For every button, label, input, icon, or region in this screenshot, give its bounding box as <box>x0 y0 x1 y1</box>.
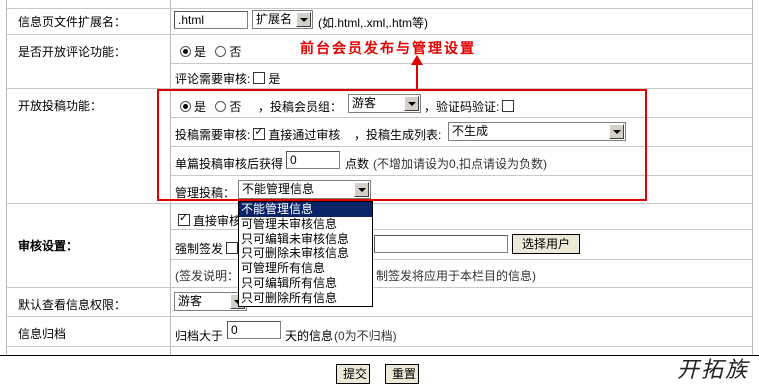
view-select[interactable]: 游客 <box>174 292 247 311</box>
annotation-arrow-icon <box>411 55 423 89</box>
row-divider <box>6 34 752 35</box>
archive-hint: (0为不归档) <box>334 329 397 343</box>
ext-input[interactable]: .html <box>174 11 248 29</box>
comment-audit-yes-label: 是 <box>268 72 281 86</box>
annotation-highlight-box <box>157 89 647 201</box>
manage-dropdown-list: 不能管理信息 可管理未审核信息 只可编辑未审核信息 只可删除未审核信息 可管理所有信息只… <box>238 201 373 307</box>
row-divider <box>6 8 752 9</box>
row-divider <box>170 63 752 64</box>
table-left-border <box>6 0 7 355</box>
select-user-button[interactable]: 选择用户 <box>512 234 580 254</box>
ext-select-value: 扩展名 <box>256 12 293 26</box>
row-divider <box>6 346 752 347</box>
reset-button[interactable]: 重置 <box>385 364 419 384</box>
row-divider <box>6 287 752 288</box>
comment-audit-label: 评论需要审核: <box>175 72 251 86</box>
comment-audit-row: 评论需要审核: 是 <box>175 70 280 87</box>
comment-no-label: 否 <box>229 45 242 59</box>
dropdown-option[interactable]: 只可编辑未审核信息 <box>239 232 372 247</box>
ext-label: 信息页文件扩展名： <box>18 15 127 29</box>
dropdown-option[interactable]: 只可编辑所有信息 <box>239 276 372 291</box>
dropdown-option[interactable]: 可管理未审核信息 <box>239 217 372 232</box>
audit-note-suffix: 制签发将应用于本栏目的信息) <box>376 269 536 283</box>
dropdown-option[interactable]: 可管理所有信息 <box>239 261 372 276</box>
comment-audit-checkbox[interactable] <box>253 72 266 84</box>
ext-input-value: .html <box>178 13 205 27</box>
audit-label: 审核设置： <box>18 239 79 253</box>
archive-label: 信息归档 <box>18 327 67 341</box>
comment-radio-group: 是 否 <box>180 43 241 60</box>
archive-input[interactable]: 0 <box>227 321 281 339</box>
force-row: 强制签发 <box>175 240 241 257</box>
force-label: 强制签发 <box>175 242 224 256</box>
force-checkbox[interactable] <box>226 242 239 254</box>
view-label: 默认查看信息权限： <box>18 298 127 312</box>
row-divider <box>6 203 752 204</box>
view-select-value: 游客 <box>178 294 203 308</box>
force-user-input[interactable] <box>374 235 508 253</box>
row-divider <box>6 316 752 317</box>
submit-label: 开放投稿功能： <box>18 99 103 113</box>
dropdown-option[interactable]: 不能管理信息 <box>239 202 372 217</box>
watermark-logo: 开拓族 <box>676 358 749 383</box>
comment-label: 是否开放评论功能： <box>18 45 127 59</box>
table-right-border <box>752 0 753 355</box>
dropdown-option[interactable]: 只可删除未审核信息 <box>239 246 372 261</box>
chevron-down-icon <box>296 12 311 27</box>
audit-direct-label: 直接审核 <box>193 214 242 228</box>
ext-hint: (如.html,.xml,.htm等) <box>318 16 428 30</box>
archive-prefix: 归档大于 <box>175 329 224 343</box>
comment-yes-label: 是 <box>194 45 207 59</box>
submit-button[interactable]: 提交 <box>336 364 370 384</box>
audit-direct-checkbox[interactable] <box>178 211 190 226</box>
archive-input-value: 0 <box>231 323 238 337</box>
ext-select[interactable]: 扩展名 <box>252 10 313 29</box>
comment-yes-radio[interactable] <box>180 46 191 57</box>
comment-no-radio[interactable] <box>215 46 227 57</box>
dropdown-option[interactable]: 只可删除所有信息 <box>239 291 372 306</box>
audit-direct-row: 直接审核 <box>175 211 242 229</box>
archive-suffix: 天的信息 <box>285 329 334 343</box>
audit-note-prefix: (签发说明： <box>175 269 239 283</box>
annotation-title: 前台会员发布与管理设置 <box>300 40 476 56</box>
